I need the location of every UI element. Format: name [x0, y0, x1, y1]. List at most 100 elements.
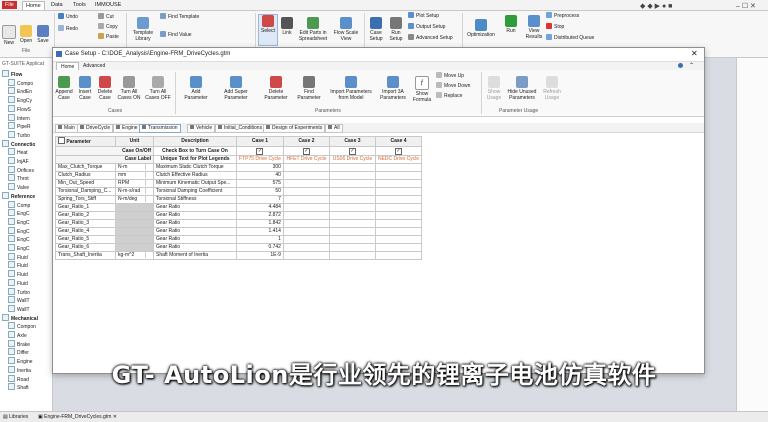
tree-item[interactable]: Heat	[8, 148, 28, 156]
folder-tab-doe[interactable]: Design of Experiments	[263, 124, 326, 133]
output-setup-button[interactable]: Output Setup	[408, 23, 445, 31]
column-header-unit[interactable]: Unit	[115, 136, 154, 147]
tree-item[interactable]: Turbo	[8, 130, 30, 139]
run-button[interactable]: Run	[503, 15, 519, 34]
tree-item[interactable]: Throt	[8, 174, 29, 182]
select-all-checkbox[interactable]	[58, 137, 65, 144]
unit-select[interactable]: N-m/deg	[115, 195, 154, 204]
folder-tab-all[interactable]: All	[325, 124, 343, 133]
tree-item[interactable]: WallT	[8, 304, 30, 313]
case-3-value-cell[interactable]	[328, 163, 376, 172]
tree-item[interactable]: Compon	[8, 322, 36, 330]
menu-immouse[interactable]: IMMOUSE	[92, 1, 124, 9]
case-2-label[interactable]: HFET Drive Cycle	[282, 155, 330, 164]
run-setup-button[interactable]: Run Setup	[387, 17, 405, 42]
tree-item[interactable]: Flow	[2, 70, 22, 78]
case-4-value-cell[interactable]	[374, 211, 423, 220]
turn-all-cases-on-button[interactable]: Turn All Cases ON	[116, 76, 142, 101]
parameter-name-cell[interactable]: Gear_Ratio_1	[55, 203, 116, 212]
close-icon[interactable]: ✕	[691, 49, 698, 58]
tree-item[interactable]: Turbo	[8, 287, 30, 296]
preprocess-button[interactable]: Preprocess	[546, 12, 579, 20]
case-2-checkbox[interactable]: ✓	[302, 148, 310, 155]
column-header-case-2[interactable]: Case 2	[282, 136, 330, 147]
cut-button[interactable]: Cut	[98, 13, 114, 21]
tree-item[interactable]: EngC	[8, 235, 30, 243]
case-3-value-cell[interactable]	[328, 235, 376, 244]
view-results-button[interactable]: View Results	[523, 15, 545, 40]
tree-item[interactable]: Fluid	[8, 270, 28, 278]
case-1-value-cell[interactable]: 40	[236, 171, 284, 180]
undo-button[interactable]: Undo	[58, 13, 78, 21]
tree-item[interactable]: Intern	[8, 113, 30, 122]
distributed-queue-button[interactable]: Distributed Queue	[546, 34, 594, 42]
case-3-value-cell[interactable]	[328, 227, 376, 236]
case-2-value-cell[interactable]	[282, 227, 330, 236]
menu-tools[interactable]: Tools	[70, 1, 89, 9]
add-super-parameter-button[interactable]: Add Super Parameter	[214, 76, 258, 101]
case-2-value-cell[interactable]	[282, 235, 330, 244]
menu-file[interactable]: File	[2, 1, 17, 9]
save-button[interactable]: Save	[36, 25, 50, 44]
case-1-value-cell[interactable]: 50	[236, 187, 284, 196]
select-button[interactable]: Select	[258, 14, 278, 46]
replace-button[interactable]: Replace	[436, 92, 462, 100]
unit-select[interactable]: N-m	[115, 163, 154, 172]
unit-select[interactable]: kg-m^2	[115, 251, 154, 260]
case-4-value-cell[interactable]	[374, 179, 423, 188]
case-3-value-cell[interactable]	[328, 211, 376, 220]
folder-tab-initial-conditions[interactable]: Initial_Conditions	[215, 124, 266, 133]
case-3-label[interactable]: US06 Drive Cycle	[328, 155, 376, 164]
parameter-name-cell[interactable]: Clutch_Radius	[55, 171, 116, 180]
tree-item[interactable]: Axle	[8, 331, 27, 339]
case-3-value-cell[interactable]	[328, 243, 376, 252]
delete-parameter-button[interactable]: Delete Parameter	[261, 76, 291, 101]
optimization-button[interactable]: Optimization	[466, 19, 496, 38]
parameter-name-cell[interactable]: Gear_Ratio_6	[55, 243, 116, 252]
find-template-button[interactable]: Find Template	[160, 13, 199, 21]
case-2-value-cell[interactable]	[282, 179, 330, 188]
case-3-value-cell[interactable]	[328, 179, 376, 188]
case-2-value-cell[interactable]	[282, 219, 330, 228]
window-controls[interactable]: – ☐ ✕	[736, 2, 756, 10]
column-header-case-3[interactable]: Case 3	[328, 136, 376, 147]
column-header-description[interactable]: Description	[153, 136, 237, 147]
case-1-value-cell[interactable]: 575	[236, 179, 284, 188]
insert-case-button[interactable]: Insert Case	[76, 76, 94, 101]
move-down-button[interactable]: Move Down	[436, 82, 470, 90]
case-1-checkbox[interactable]: ✓	[256, 148, 264, 155]
tree-item[interactable]: EngC	[8, 209, 30, 217]
redo-button[interactable]: Redo	[58, 25, 78, 33]
add-parameter-button[interactable]: Add Parameter	[181, 76, 211, 101]
edit-parts-button[interactable]: Edit Parts in Spreadsheet	[297, 17, 329, 42]
tree-item[interactable]: Mechanical	[2, 313, 38, 322]
plot-setup-button[interactable]: Plot Setup	[408, 12, 439, 20]
parameter-name-cell[interactable]: Min_Out_Speed	[55, 179, 116, 188]
libraries-tab[interactable]: ▤ Libraries	[3, 414, 28, 420]
tree-item[interactable]: Fluid	[8, 278, 28, 287]
case-4-value-cell[interactable]	[374, 163, 423, 172]
tree-item[interactable]: Compo	[8, 78, 33, 87]
tree-item[interactable]: PipeR	[8, 122, 31, 130]
column-header-case-4[interactable]: Case 4	[374, 136, 423, 147]
case-1-value-cell[interactable]: 1	[236, 235, 284, 244]
unit-select[interactable]: mm	[115, 171, 154, 180]
model-file-tab[interactable]: ▣ Engine-FRM_DriveCycles.gtm ✕	[38, 414, 117, 420]
import-parameters-button[interactable]: Import Parameters from Model	[327, 76, 375, 101]
parameter-name-cell[interactable]: Gear_Ratio_3	[55, 219, 116, 228]
toolbar-quick-icons[interactable]: ◆ ◆ ▶ ● ■	[640, 2, 672, 10]
case-setup-button[interactable]: Case Setup	[367, 17, 385, 42]
case-4-value-cell[interactable]	[374, 195, 423, 204]
move-up-button[interactable]: Move Up	[436, 72, 464, 80]
case-3-value-cell[interactable]	[328, 251, 376, 260]
tab-advanced[interactable]: Advanced	[79, 62, 109, 70]
flow-scale-button[interactable]: Flow Scale View	[332, 17, 360, 42]
case-2-value-cell[interactable]	[282, 171, 330, 180]
case-4-value-cell[interactable]	[374, 171, 423, 180]
case-1-value-cell[interactable]: 0.742	[236, 243, 284, 252]
case-1-value-cell[interactable]: 1E-9	[236, 251, 284, 260]
case-3-value-cell[interactable]	[328, 171, 376, 180]
tree-item[interactable]: EngC	[8, 226, 30, 235]
tree-item[interactable]: EndEn	[8, 87, 32, 95]
case-4-value-cell[interactable]	[374, 251, 423, 260]
